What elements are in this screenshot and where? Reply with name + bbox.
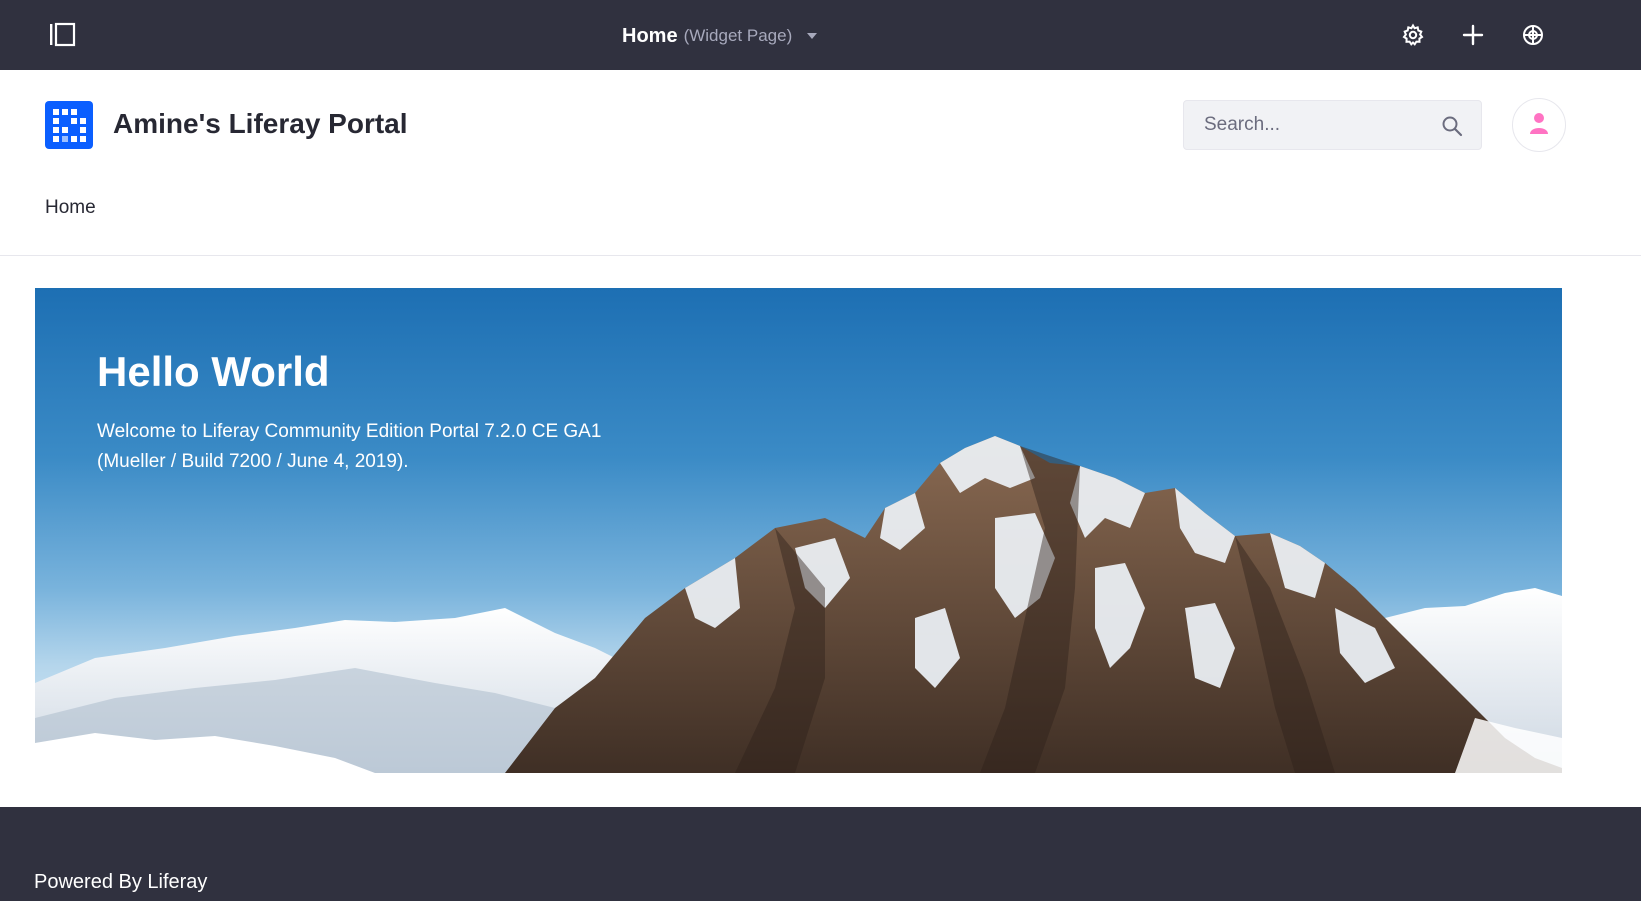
banner-text: Welcome to Liferay Community Edition Por… (97, 421, 602, 472)
site-name[interactable]: Amine's Liferay Portal (113, 108, 408, 140)
user-avatar[interactable] (1512, 98, 1566, 152)
caret-down-icon (804, 28, 820, 44)
site-logo[interactable] (45, 101, 93, 149)
user-icon (1526, 110, 1552, 141)
powered-by-text[interactable]: Powered By Liferay (34, 871, 207, 894)
gear-icon[interactable] (1399, 21, 1427, 49)
product-menu-toggle-icon[interactable] (48, 22, 78, 48)
hero-banner: Hello World Welcome to Liferay Community… (35, 288, 1562, 773)
site-footer: Powered By Liferay (0, 807, 1641, 901)
search-input[interactable] (1184, 101, 1434, 149)
search-icon[interactable] (1441, 115, 1463, 137)
page-title-dropdown[interactable]: Home (Widget Page) (622, 22, 820, 50)
nav-item-home[interactable]: Home (45, 197, 96, 219)
search-bar (1183, 100, 1482, 150)
banner-title: Hello World (97, 348, 330, 395)
control-menu: Home (Widget Page) (0, 0, 1641, 70)
simulation-icon[interactable] (1519, 21, 1547, 49)
site-header: Amine's Liferay Portal Home (0, 70, 1641, 256)
plus-icon[interactable] (1459, 21, 1487, 49)
page-type: (Widget Page) (683, 26, 793, 45)
page-name: Home (622, 24, 678, 47)
